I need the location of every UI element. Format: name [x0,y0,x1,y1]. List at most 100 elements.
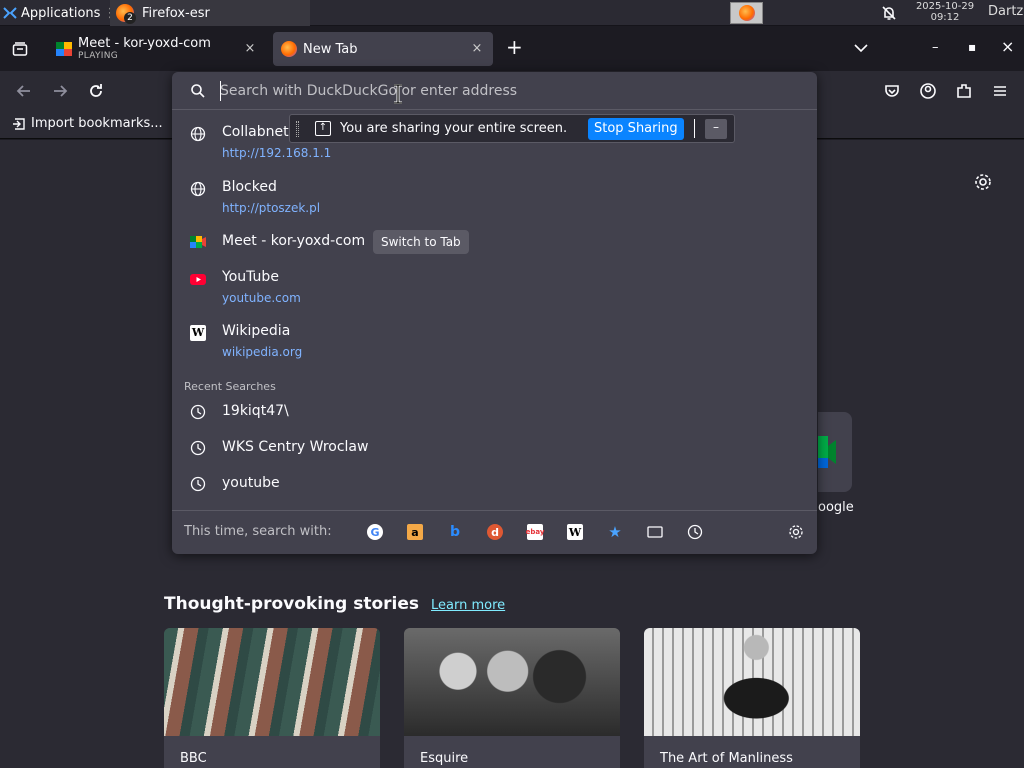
suggestion-title: Collabnet [222,124,289,140]
import-bookmarks-button[interactable]: Import bookmarks... [12,116,163,131]
suggestion-item[interactable]: Meet - kor-yoxd-com Switch to Tab [172,230,817,254]
one-off-search-bar: This time, search with: G a b d ebay W ★ [172,510,817,554]
reload-icon[interactable] [84,79,108,103]
amazon-icon[interactable]: a [407,524,423,540]
forward-arrow-icon[interactable] [48,79,72,103]
wikipedia-icon: W [190,325,206,341]
bookmarks-icon[interactable]: ★ [607,523,623,541]
recent-search-item[interactable]: 19kiqt47\ [172,402,817,422]
firefox-icon [281,41,297,57]
history-icon[interactable] [687,524,703,540]
bing-icon[interactable]: b [447,524,463,540]
gear-icon[interactable] [973,172,993,192]
story-image [644,628,860,736]
learn-more-link[interactable]: Learn more [431,598,505,613]
history-icon [190,440,206,456]
screen-share-icon: ↑ [315,121,331,136]
meet-icon [56,42,72,56]
globe-icon [190,181,206,197]
firefox-view-icon[interactable] [12,41,28,57]
window-title: Firefox-esr [142,5,210,21]
clock-time: 09:12 [930,12,960,23]
suggestion-title: Meet - kor-yoxd-com [222,233,366,249]
recent-search-text: WKS Centry Wroclaw [222,439,369,455]
suggestion-item[interactable]: Blocked http://ptoszek.pl [172,179,817,223]
window-count-badge: 2 [124,12,136,24]
recent-search-item[interactable]: WKS Centry Wroclaw [172,438,817,458]
suggestion-url: wikipedia.org [222,345,303,359]
import-icon [13,117,25,130]
sharing-message: You are sharing your entire screen. [340,121,568,136]
window-close-button[interactable]: × [1001,37,1014,56]
clock[interactable]: 2025-10-29 09:12 [912,1,978,23]
recent-search-text: youtube [222,475,280,491]
google-icon[interactable]: G [367,524,383,540]
tab-strip: Meet - kor-yoxd-com PLAYING × New Tab × … [0,27,1024,71]
user-name[interactable]: Dartz [988,4,1023,19]
wikipedia-icon[interactable]: W [567,524,583,540]
suggestion-url: http://ptoszek.pl [222,201,321,215]
suggestion-item[interactable]: W Wikipedia wikipedia.org [172,323,817,367]
taskbar-window-firefox[interactable]: 2 Firefox-esr [110,0,310,26]
tab-playing-label: PLAYING [78,50,119,61]
recent-search-item[interactable]: youtube [172,474,817,494]
meet-shortcut-icon [818,436,836,468]
divider [694,119,695,138]
applications-icon [3,7,17,19]
stories-heading: Thought-provoking stories [164,594,420,614]
stop-sharing-button[interactable]: Stop Sharing [588,118,684,140]
recent-searches-heading: Recent Searches [184,380,276,393]
urlbar[interactable] [172,72,817,110]
shortcut-label: oogle [818,500,854,515]
account-icon[interactable] [916,79,940,103]
recent-search-text: 19kiqt47\ [222,403,289,419]
window-minimize-button[interactable]: – [932,40,939,55]
search-icon [191,84,205,98]
tab-title: Meet - kor-yoxd-com [78,35,211,51]
suggestion-item[interactable]: YouTube youtube.com [172,269,817,313]
ebay-icon[interactable]: ebay [526,524,544,540]
urlbar-dropdown: Collabnet http://192.168.1.1 Blocked htt… [172,72,817,554]
applications-label: Applications [21,5,101,21]
duckduckgo-icon[interactable]: d [487,524,503,540]
suggestion-title: Wikipedia [222,323,291,339]
tab-new-tab[interactable]: New Tab × [273,32,493,66]
clock-date: 2025-10-29 [915,1,975,12]
new-tab-button[interactable]: + [506,35,523,59]
close-tab-icon[interactable]: × [242,41,258,57]
search-settings-gear-icon[interactable] [788,524,804,540]
meet-icon [190,234,206,250]
shortcut-tile-google[interactable] [818,412,852,492]
story-image [404,628,620,736]
story-card[interactable]: Esquire [404,628,620,768]
history-icon [190,476,206,492]
pocket-icon[interactable] [880,79,904,103]
extensions-icon[interactable] [952,79,976,103]
notifications-muted-icon[interactable] [880,4,898,22]
history-icon [190,404,206,420]
story-card[interactable]: The Art of Manliness [644,628,860,768]
close-tab-icon[interactable]: × [469,41,485,57]
tab-title: New Tab [303,41,358,57]
tray-firefox-icon[interactable] [730,2,763,24]
tabs-icon[interactable] [647,524,663,540]
switch-to-tab-button[interactable]: Switch to Tab [373,230,469,254]
hamburger-menu-icon[interactable] [988,79,1012,103]
back-arrow-icon[interactable] [12,79,36,103]
suggestion-url: http://192.168.1.1 [222,146,332,160]
suggestion-title: YouTube [222,269,279,285]
story-image [164,628,380,736]
list-all-tabs-icon[interactable] [854,43,868,53]
text-caret [220,81,221,101]
tab-meet[interactable]: Meet - kor-yoxd-com PLAYING × [44,32,266,66]
address-input[interactable] [220,80,780,102]
minimize-indicator-button[interactable]: – [705,119,727,139]
story-source: The Art of Manliness [660,751,793,766]
applications-menu[interactable]: Applications ⋮ [2,3,116,23]
window-maximize-button[interactable]: ▪ [968,40,976,54]
story-source: Esquire [420,751,469,766]
globe-icon [190,126,206,142]
text-cursor-icon [394,84,402,104]
drag-handle[interactable] [296,121,299,137]
story-card[interactable]: BBC [164,628,380,768]
